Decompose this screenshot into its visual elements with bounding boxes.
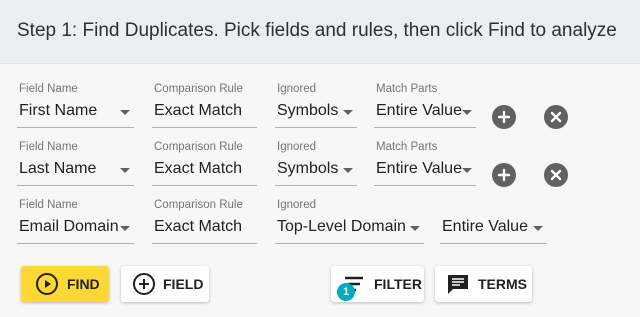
terms-button-label: TERMS xyxy=(478,276,527,292)
ignored-label: Ignored xyxy=(277,141,317,153)
rules-panel: Field Name First Name Comparison Rule Ex… xyxy=(0,64,640,317)
chevron-down-icon xyxy=(533,226,543,231)
ignored-select[interactable]: Ignored Symbols xyxy=(275,83,357,133)
filter-count-badge: 1 xyxy=(337,283,355,301)
add-circle-outline-icon xyxy=(133,273,155,295)
comparison-rule-label: Comparison Rule xyxy=(154,141,243,153)
comment-icon xyxy=(448,275,468,294)
match-parts-select[interactable]: Match Parts Entire Value xyxy=(374,141,476,191)
ignored-label: Ignored xyxy=(277,83,317,95)
match-parts-value: Entire Value xyxy=(442,218,528,235)
filter-button[interactable]: FILTER 1 xyxy=(331,266,424,302)
match-parts-select[interactable]: Match Parts Entire Value xyxy=(374,83,476,133)
add-circle-icon[interactable] xyxy=(492,163,516,187)
add-circle-icon[interactable] xyxy=(492,105,516,129)
ignored-label: Ignored xyxy=(277,199,317,211)
chevron-down-icon xyxy=(343,110,353,115)
terms-button[interactable]: TERMS xyxy=(435,266,532,302)
field-name-label: Field Name xyxy=(19,199,78,211)
chevron-down-icon xyxy=(462,168,472,173)
rule-row-last-name: Field Name Last Name Comparison Rule Exa… xyxy=(0,141,640,199)
ignored-select[interactable]: Ignored Top-Level Domain xyxy=(275,199,424,249)
comparison-rule-select[interactable]: Comparison Rule Exact Match xyxy=(152,141,257,191)
close-circle-icon[interactable] xyxy=(544,105,568,129)
field-name-value: Last Name xyxy=(19,160,97,177)
match-parts-value: Entire Value xyxy=(376,160,462,177)
page-title: Step 1: Find Duplicates. Pick fields and… xyxy=(17,20,617,41)
field-button-label: FIELD xyxy=(163,276,204,292)
match-parts-value: Entire Value xyxy=(376,102,462,119)
add-field-button[interactable]: FIELD xyxy=(121,266,209,302)
ignored-value: Symbols xyxy=(277,160,339,177)
comparison-rule-value: Exact Match xyxy=(154,102,243,119)
field-name-select[interactable]: Field Name Email Domain xyxy=(17,199,134,249)
close-circle-icon[interactable] xyxy=(544,163,568,187)
chevron-down-icon xyxy=(410,226,420,231)
filter-button-label: FILTER xyxy=(374,276,422,292)
field-name-value: Email Domain xyxy=(19,218,119,235)
find-button[interactable]: FIND xyxy=(21,266,109,302)
rule-row-email-domain: Field Name Email Domain Comparison Rule … xyxy=(0,199,640,257)
chevron-down-icon xyxy=(343,168,353,173)
comparison-rule-select[interactable]: Comparison Rule Exact Match xyxy=(152,83,257,133)
field-name-label: Field Name xyxy=(19,83,78,95)
comparison-rule-label: Comparison Rule xyxy=(154,199,243,211)
chevron-down-icon xyxy=(120,226,130,231)
ignored-select[interactable]: Ignored Symbols xyxy=(275,141,357,191)
ignored-value: Symbols xyxy=(277,102,339,119)
chevron-down-icon xyxy=(120,168,130,173)
field-name-label: Field Name xyxy=(19,141,78,153)
header-bar: Step 1: Find Duplicates. Pick fields and… xyxy=(0,0,640,64)
match-parts-label: Match Parts xyxy=(376,83,438,95)
play-circle-icon xyxy=(36,273,58,295)
field-name-select[interactable]: Field Name Last Name xyxy=(17,141,134,191)
comparison-rule-value: Exact Match xyxy=(154,218,243,235)
comparison-rule-label: Comparison Rule xyxy=(154,83,243,95)
match-parts-select[interactable]: Entire Value xyxy=(440,199,547,249)
chevron-down-icon xyxy=(462,110,472,115)
field-name-select[interactable]: Field Name First Name xyxy=(17,83,134,133)
comparison-rule-select[interactable]: Comparison Rule Exact Match xyxy=(152,199,257,249)
rule-row-first-name: Field Name First Name Comparison Rule Ex… xyxy=(0,83,640,141)
comparison-rule-value: Exact Match xyxy=(154,160,243,177)
ignored-value: Top-Level Domain xyxy=(277,218,406,235)
find-button-label: FIND xyxy=(67,276,100,292)
chevron-down-icon xyxy=(120,110,130,115)
field-name-value: First Name xyxy=(19,102,98,119)
match-parts-label: Match Parts xyxy=(376,141,438,153)
